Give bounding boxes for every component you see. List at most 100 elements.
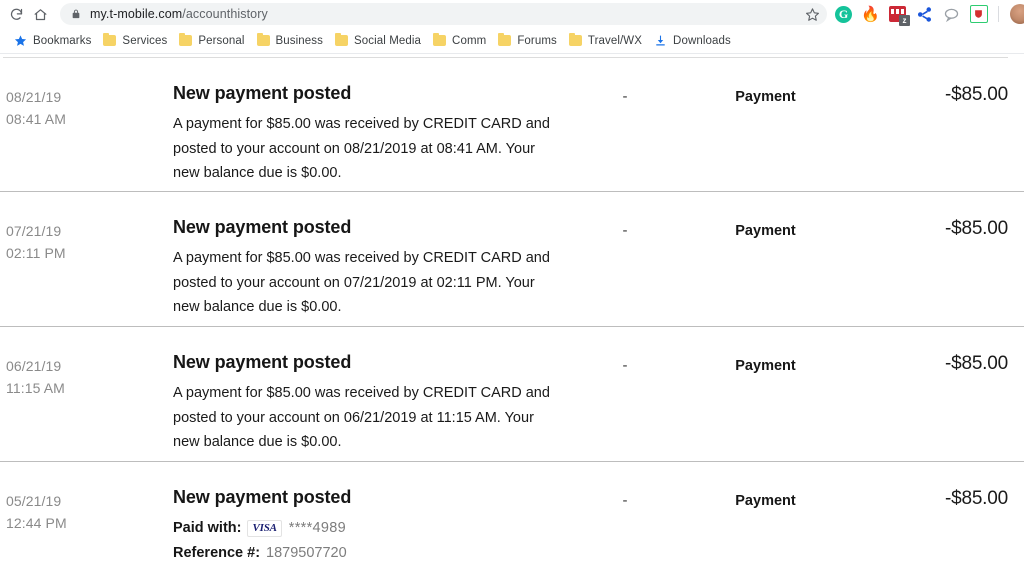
bookmark-item-personal[interactable]: Personal: [173, 31, 250, 51]
folder-icon: [498, 33, 512, 46]
pocket-extension-icon[interactable]: [968, 4, 989, 25]
transaction-type: Payment: [735, 89, 796, 105]
bookmark-item-bookmarks[interactable]: Bookmarks: [8, 31, 97, 51]
transaction-dash-cell: -: [577, 486, 673, 512]
transaction-dash-cell: -: [577, 82, 673, 108]
transaction-description-cell: New payment posted A payment for $85.00 …: [173, 82, 577, 186]
transaction-title: New payment posted: [173, 83, 352, 103]
transaction-amount: -$85.00: [944, 218, 1008, 239]
transaction-date-cell: 06/21/19 11:15 AM: [3, 351, 173, 399]
transaction-date: 08/21/19: [6, 89, 62, 105]
bookmark-label: Services: [122, 34, 168, 47]
home-icon: [34, 8, 46, 20]
url-path: /accounthistory: [182, 7, 268, 21]
table-row[interactable]: 06/21/19 11:15 AM New payment posted A p…: [0, 327, 1024, 462]
transaction-dash: -: [622, 492, 628, 509]
address-bar[interactable]: my.t-mobile.com/accounthistory: [60, 3, 827, 25]
extension-icons: G 🔥 z: [833, 4, 1024, 26]
bookmark-label: Social Media: [354, 34, 422, 47]
folder-icon: [103, 33, 117, 46]
transaction-description-cell: New payment posted A payment for $85.00 …: [173, 216, 577, 320]
transaction-type-cell: Payment: [673, 216, 858, 242]
bookmark-star-icon[interactable]: [803, 5, 821, 23]
lock-icon: [70, 7, 82, 21]
table-row[interactable]: 05/21/19 12:44 PM New payment posted Pai…: [0, 462, 1024, 566]
grammarly-extension-icon[interactable]: G: [833, 4, 854, 25]
transaction-time: 12:44 PM: [6, 515, 67, 531]
bookmark-label: Business: [275, 34, 323, 47]
transaction-type-cell: Payment: [673, 486, 858, 512]
transaction-amount: -$85.00: [944, 353, 1008, 374]
transaction-type-cell: Payment: [673, 82, 858, 108]
transaction-dash-cell: -: [577, 351, 673, 377]
table-row[interactable]: 07/21/19 02:11 PM New payment posted A p…: [0, 192, 1024, 327]
bookmark-item-forums[interactable]: Forums: [492, 31, 563, 51]
bookmark-item-travel-wx[interactable]: Travel/WX: [563, 31, 648, 51]
transaction-type: Payment: [735, 223, 796, 239]
share-extension-icon[interactable]: [914, 4, 935, 25]
transaction-body: A payment for $85.00 was received by CRE…: [173, 116, 550, 181]
browser-chrome: my.t-mobile.com/accounthistory G 🔥 z Boo…: [0, 0, 1024, 54]
address-bar-url: my.t-mobile.com/accounthistory: [90, 7, 819, 21]
transaction-amount-cell: -$85.00: [858, 486, 1008, 510]
page-content: 08/21/19 08:41 AM New payment posted A p…: [0, 54, 1024, 584]
reference-line: Reference #: 1879507720: [173, 541, 557, 566]
folder-icon: [179, 33, 193, 46]
bookmark-item-business[interactable]: Business: [251, 31, 329, 51]
transaction-dash: -: [622, 357, 628, 374]
transaction-date-cell: 08/21/19 08:41 AM: [3, 82, 173, 130]
profile-avatar[interactable]: [1010, 4, 1024, 24]
folder-icon: [568, 33, 582, 46]
transaction-date: 05/21/19: [6, 493, 62, 509]
transaction-title: New payment posted: [173, 487, 352, 507]
bookmarks-bar: Bookmarks Services Personal Business Soc…: [0, 28, 1024, 54]
home-button[interactable]: [28, 2, 52, 26]
transaction-amount-cell: -$85.00: [858, 82, 1008, 106]
toolbar-divider: [998, 6, 999, 22]
speech-bubble-extension-icon[interactable]: [941, 4, 962, 25]
bookmark-item-social-media[interactable]: Social Media: [329, 31, 427, 51]
transaction-description-cell: New payment posted Paid with: VISA ****4…: [173, 486, 577, 566]
bookmark-item-services[interactable]: Services: [97, 31, 173, 51]
flame-icon: 🔥: [861, 5, 880, 23]
table-row[interactable]: 08/21/19 08:41 AM New payment posted A p…: [0, 58, 1024, 192]
transaction-title: New payment posted: [173, 352, 352, 372]
folder-icon: [433, 33, 447, 46]
transaction-description-cell: New payment posted A payment for $85.00 …: [173, 351, 577, 455]
reload-icon: [10, 8, 22, 20]
zotero-connector-extension-icon[interactable]: z: [887, 4, 910, 26]
browser-toolbar: my.t-mobile.com/accounthistory G 🔥 z: [0, 0, 1024, 28]
bookmark-item-downloads[interactable]: Downloads: [648, 31, 737, 51]
transaction-type: Payment: [735, 493, 796, 509]
share-nodes-icon: [917, 6, 932, 22]
transaction-title: New payment posted: [173, 217, 352, 237]
bookmark-label: Personal: [198, 34, 245, 47]
zotero-z-badge: z: [899, 15, 910, 26]
transaction-date: 07/21/19: [6, 223, 62, 239]
transaction-dash: -: [622, 222, 628, 239]
download-icon: [654, 34, 667, 47]
bookmark-label: Forums: [517, 34, 557, 47]
card-last-four: ****4989: [288, 520, 346, 536]
transaction-date-cell: 07/21/19 02:11 PM: [3, 216, 173, 264]
transaction-body: A payment for $85.00 was received by CRE…: [173, 385, 550, 450]
reference-label: Reference #:: [173, 545, 261, 561]
star-icon: [14, 34, 27, 47]
reload-button[interactable]: [4, 2, 28, 26]
transaction-amount: -$85.00: [944, 488, 1008, 509]
transaction-dash-cell: -: [577, 216, 673, 242]
transaction-amount-cell: -$85.00: [858, 351, 1008, 375]
transaction-date: 06/21/19: [6, 358, 62, 374]
transaction-amount: -$85.00: [944, 84, 1008, 105]
transaction-type-cell: Payment: [673, 351, 858, 377]
paid-with-line: Paid with: VISA ****4989: [173, 516, 557, 541]
folder-icon: [335, 33, 348, 46]
transaction-body: A payment for $85.00 was received by CRE…: [173, 250, 550, 315]
flame-extension-icon[interactable]: 🔥: [860, 4, 881, 25]
bookmark-item-comm[interactable]: Comm: [427, 31, 492, 51]
transaction-time: 11:15 AM: [6, 380, 65, 396]
transaction-time: 08:41 AM: [6, 111, 66, 127]
bookmark-label: Downloads: [673, 34, 731, 47]
bookmark-label: Travel/WX: [587, 34, 643, 47]
reference-value: 1879507720: [266, 545, 347, 561]
